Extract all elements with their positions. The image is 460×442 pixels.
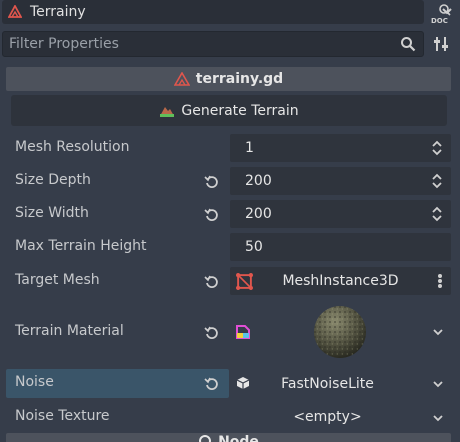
target-mesh-field[interactable]: MeshInstance3D [230,267,451,295]
object-name: Terrainy [30,4,86,20]
mesh-resolution-field[interactable]: 1 [230,134,451,162]
size-depth-label: Size Depth [15,172,91,188]
generate-terrain-label: Generate Terrain [181,102,299,119]
resource-cube-icon [236,377,250,389]
spinner-arrows-icon[interactable] [431,206,443,222]
noise-field[interactable]: FastNoiseLite [230,369,425,398]
node-section-header[interactable]: Node [6,433,451,442]
spinner-arrows-icon[interactable] [431,140,443,156]
revert-icon[interactable] [204,174,220,190]
mesh-resolution-label: Mesh Resolution [15,139,130,155]
size-width-value: 200 [245,206,272,222]
generate-terrain-button[interactable]: Generate Terrain [11,95,447,126]
documentation-icon[interactable]: DOC [430,2,452,24]
revert-icon[interactable] [204,207,220,223]
noise-texture-value: <empty> [293,409,362,425]
revert-icon[interactable] [204,274,220,290]
noise-label: Noise [15,374,54,390]
script-header[interactable]: terrainy.gd [6,67,451,91]
max-terrain-height-label: Max Terrain Height [15,238,147,254]
shader-material-icon [236,325,250,339]
object-selector[interactable]: Terrainy [2,0,424,24]
node-icon [199,435,212,442]
size-width-label: Size Width [15,205,89,221]
terrain-material-dropdown[interactable] [426,318,450,346]
max-terrain-height-field[interactable]: 50 [230,233,451,261]
script-warning-icon [173,72,190,86]
filter-properties-input[interactable]: Filter Properties [2,31,424,57]
terrain-material-field[interactable] [230,300,425,363]
noise-texture-field[interactable]: <empty> [230,403,425,431]
chevron-down-icon [433,381,443,388]
chevron-down-icon [433,415,443,422]
search-icon [401,37,416,52]
mesh-resolution-value: 1 [245,140,254,156]
max-terrain-height-value: 50 [245,239,263,255]
noise-value: FastNoiseLite [281,375,374,392]
size-depth-value: 200 [245,173,272,189]
filter-placeholder: Filter Properties [9,36,119,52]
more-options-icon[interactable] [437,273,443,289]
noise-texture-dropdown[interactable] [426,404,450,432]
terrain-material-label: Terrain Material [15,323,124,339]
mesh-instance-icon [236,273,253,290]
target-mesh-label: Target Mesh [15,272,100,288]
noise-dropdown[interactable] [426,370,450,398]
spinner-arrows-icon[interactable] [431,173,443,189]
terrain-tool-icon [160,106,175,117]
script-name: terrainy.gd [195,71,284,87]
size-depth-field[interactable]: 200 [230,167,451,195]
size-width-field[interactable]: 200 [230,200,451,228]
terrain-node-icon [8,5,22,18]
material-preview-sphere [314,306,366,358]
chevron-down-icon [433,329,443,336]
node-section-label: Node [218,434,259,442]
property-tools-icon[interactable] [432,35,450,53]
noise-texture-label: Noise Texture [15,408,110,424]
target-mesh-value: MeshInstance3D [282,273,399,289]
svg-text:DOC: DOC [431,17,448,24]
revert-icon[interactable] [204,325,220,341]
revert-icon[interactable] [204,376,220,392]
